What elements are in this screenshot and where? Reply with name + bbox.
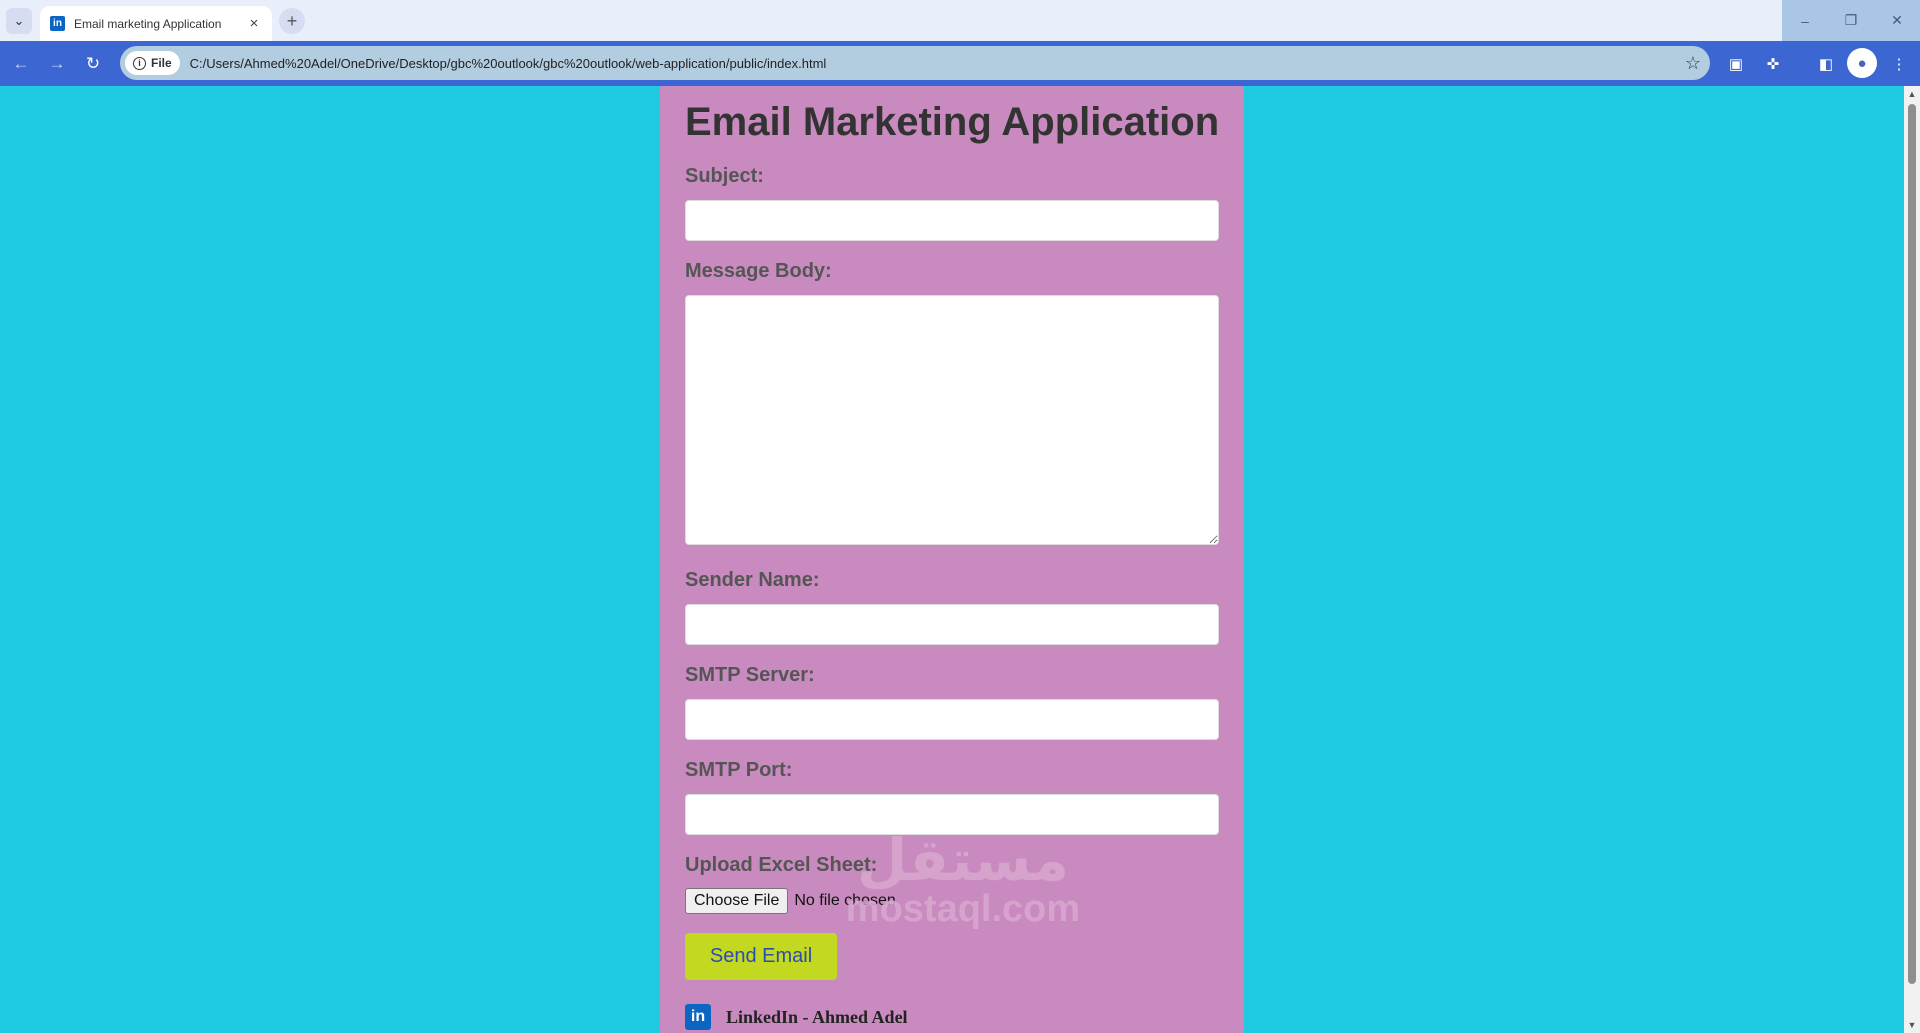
reload-icon: ↻	[85, 54, 101, 73]
smtp-server-label: SMTP Server:	[685, 664, 815, 686]
choose-file-button[interactable]: Choose File	[685, 888, 789, 914]
scroll-thumb[interactable]	[1908, 104, 1916, 984]
media-icon[interactable]: ▣	[1725, 53, 1747, 75]
page-title: Email Marketing Application	[685, 100, 1220, 144]
browser-toolbar: ← → ↻ i File C:/Users/Ahmed%20Adel/OneDr…	[0, 41, 1920, 86]
restore-icon[interactable]: ❐	[1828, 0, 1874, 41]
sender-name-label: Sender Name:	[685, 569, 820, 591]
form-card: Email Marketing Application Subject: Mes…	[660, 86, 1244, 1033]
window-controls: – ❐ ✕	[1782, 0, 1920, 41]
back-button[interactable]: ←	[8, 51, 34, 77]
linkedin-link-text: LinkedIn - Ahmed Adel	[726, 1006, 908, 1027]
window-close-icon[interactable]: ✕	[1874, 0, 1920, 41]
arrow-right-icon: →	[48, 54, 66, 73]
plus-icon: +	[286, 10, 298, 31]
upload-excel-label: Upload Excel Sheet:	[685, 854, 878, 876]
file-status-text: No file chosen	[794, 892, 896, 909]
site-info-chip[interactable]: i File	[125, 51, 180, 75]
avatar[interactable]: ●	[1847, 48, 1877, 78]
star-icon[interactable]: ☆	[1676, 53, 1710, 74]
send-email-button[interactable]: Send Email	[685, 933, 837, 980]
tab-title: Email marketing Application	[74, 16, 222, 31]
minimize-icon[interactable]: –	[1782, 0, 1828, 41]
new-tab-button[interactable]: +	[279, 8, 305, 34]
url-text[interactable]: C:/Users/Ahmed%20Adel/OneDrive/Desktop/g…	[190, 56, 1676, 71]
smtp-port-label: SMTP Port:	[685, 759, 793, 781]
side-panel-icon[interactable]: ◧	[1815, 53, 1837, 75]
message-body-textarea[interactable]	[685, 295, 1219, 545]
linkedin-footer-link[interactable]: in LinkedIn - Ahmed Adel	[685, 1004, 1219, 1030]
kebab-icon[interactable]: ⋮	[1888, 53, 1910, 75]
scroll-up-icon[interactable]: ▲	[1904, 86, 1920, 102]
arrow-left-icon: ←	[12, 54, 30, 73]
close-icon[interactable]: ×	[246, 15, 262, 32]
forward-button[interactable]: →	[44, 51, 70, 77]
subject-label: Subject:	[685, 165, 764, 187]
smtp-server-input[interactable]	[685, 699, 1219, 740]
page-viewport: Email Marketing Application Subject: Mes…	[0, 86, 1904, 1033]
file-chip-label: File	[151, 56, 172, 70]
chevron-down-icon: ⌄	[13, 13, 25, 28]
puzzle-icon[interactable]: ✜	[1762, 53, 1784, 75]
smtp-port-input[interactable]	[685, 794, 1219, 835]
scroll-down-icon[interactable]: ▼	[1904, 1017, 1920, 1033]
info-icon: i	[133, 56, 146, 70]
linkedin-icon: in	[685, 1004, 711, 1030]
user-icon: ●	[1857, 54, 1867, 72]
linkedin-icon: in	[50, 16, 65, 31]
reload-button[interactable]: ↻	[80, 51, 106, 77]
tab-active[interactable]: in Email marketing Application ×	[40, 6, 272, 41]
message-body-label: Message Body:	[685, 260, 832, 282]
subject-input[interactable]	[685, 200, 1219, 241]
file-upload-row: Choose File No file chosen	[685, 888, 1219, 914]
tab-strip: ⌄ in Email marketing Application × + – ❐…	[0, 0, 1920, 41]
page-scrollbar[interactable]: ▲ ▼	[1904, 86, 1920, 1033]
address-bar[interactable]: i File C:/Users/Ahmed%20Adel/OneDrive/De…	[120, 46, 1710, 80]
tab-search-button[interactable]: ⌄	[6, 8, 32, 34]
sender-name-input[interactable]	[685, 604, 1219, 645]
